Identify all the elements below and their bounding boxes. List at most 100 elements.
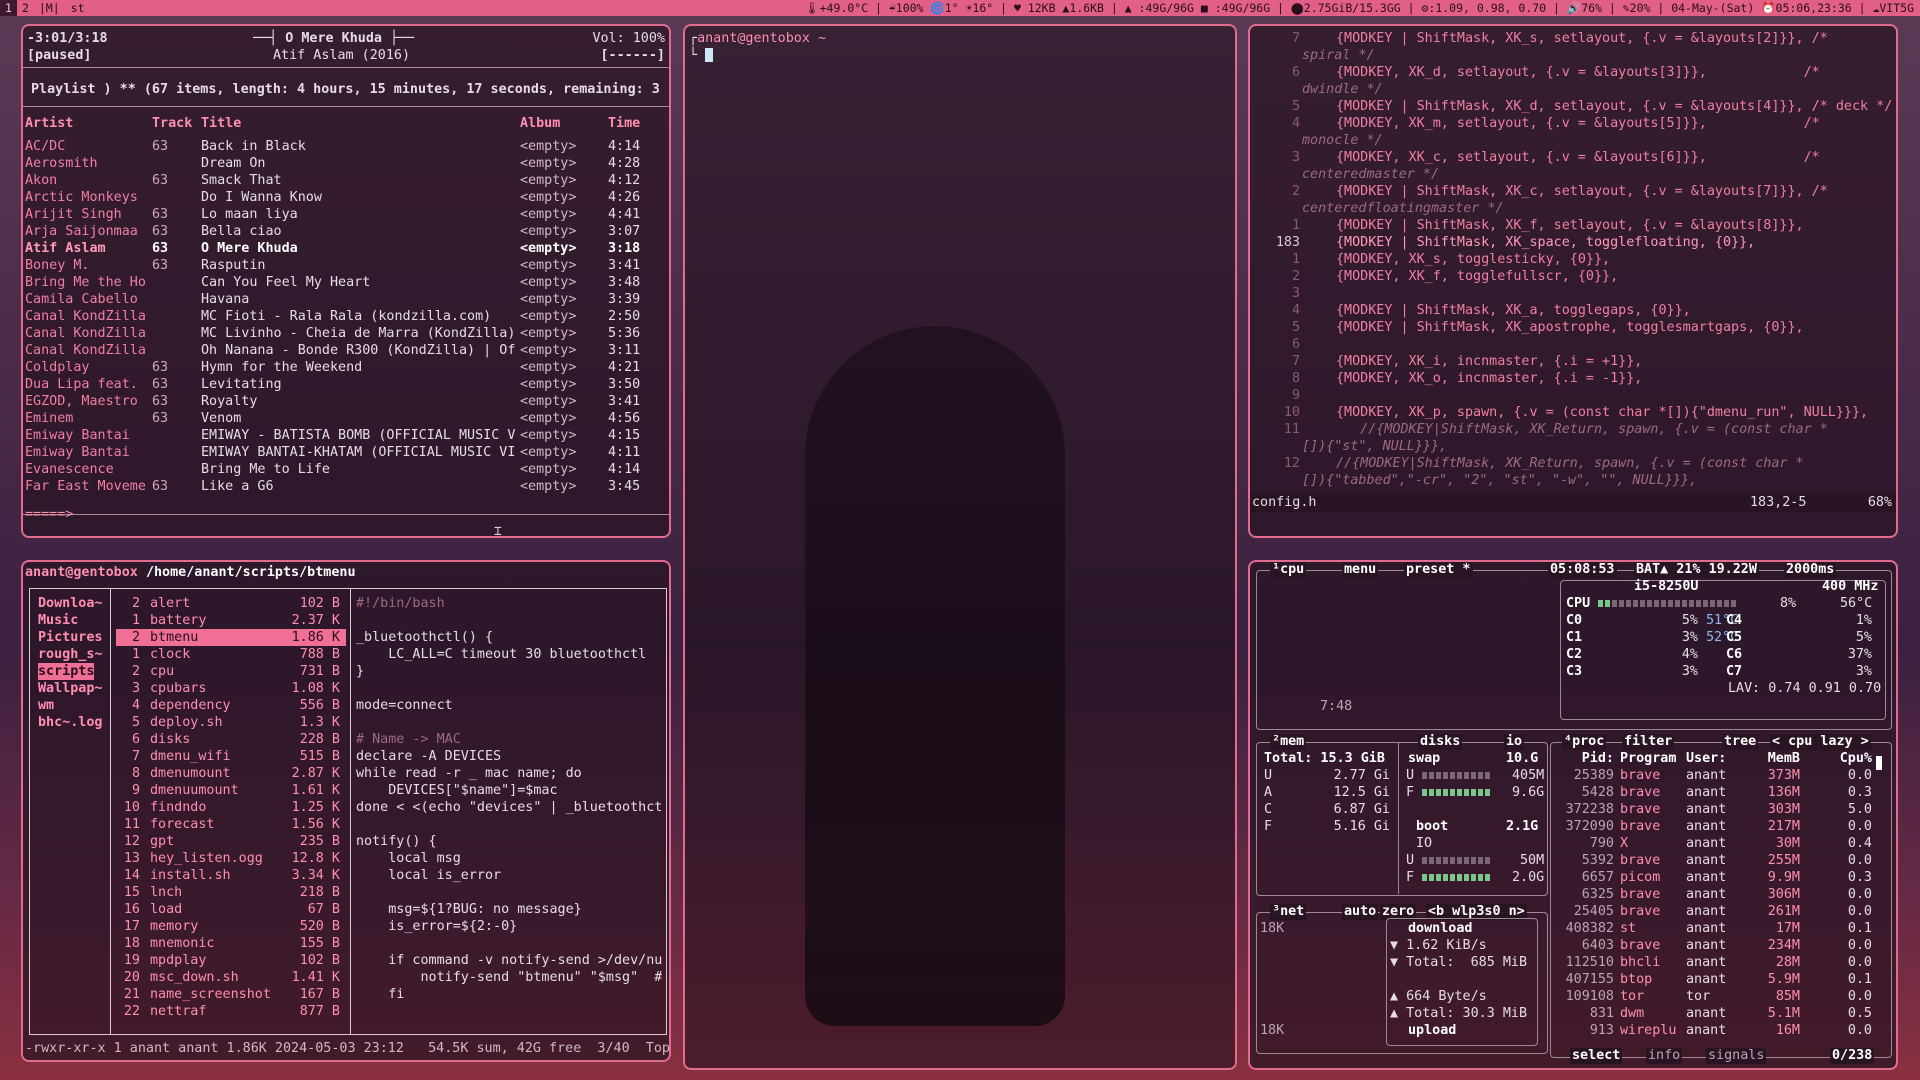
proc-col-user[interactable]: User: (1686, 750, 1726, 767)
file-row[interactable]: 9 dmenuumount 1.61 K (116, 782, 346, 799)
code-line[interactable]: {MODKEY, XK_f, togglefullscr, {0}}, (1336, 268, 1618, 285)
file-row[interactable]: 21 name_screenshot 167 B (116, 986, 346, 1003)
file-row[interactable]: 8 dmenumount 2.87 K (116, 765, 346, 782)
file-row[interactable]: 2 btmenu 1.86 K (116, 629, 346, 646)
proc-scrollbar[interactable] (1876, 756, 1882, 770)
cursor-block[interactable] (705, 48, 714, 62)
code-line[interactable]: {MODKEY | ShiftMask, XK_f, setlayout, {.… (1336, 217, 1804, 234)
process-row[interactable]: 112510 bhcli anant 28M 0.0 (1550, 954, 1890, 971)
file-row[interactable]: 4 dependency 556 B (116, 697, 346, 714)
playlist-row[interactable]: Arctic Monkeys Do I Wanna Know <empty> 4:26 (23, 189, 669, 206)
playlist-row[interactable]: Evanescence Bring Me to Life <empty> 4:14 (23, 461, 669, 478)
column-title[interactable]: Title (201, 115, 516, 132)
disks-title[interactable]: disks (1418, 734, 1463, 750)
proc-sort[interactable]: < cpu lazy > (1770, 734, 1871, 750)
file-row[interactable]: 22 nettraf 877 B (116, 1003, 346, 1020)
playlist-row[interactable]: Eminem 63 Venom <empty> 4:56 (23, 410, 669, 427)
playlist-row[interactable]: Dua Lipa feat. 63 Levitating <empty> 3:50 (23, 376, 669, 393)
terminal-window[interactable]: ┌anant@gentobox ~ └ (683, 24, 1237, 1070)
code-line[interactable]: {MODKEY, XK_i, incnmaster, {.i = +1}}, (1336, 353, 1642, 370)
file-row[interactable]: 1 battery 2.37 K (116, 612, 346, 629)
playlist-row[interactable]: Emiway Bantai EMIWAY BANTAI-KHATAM (OFFIC… (23, 444, 669, 461)
file-row[interactable]: 11 forecast 1.56 K (116, 816, 346, 833)
file-row[interactable]: 14 install.sh 3.34 K (116, 867, 346, 884)
directory-item[interactable]: Wallpap~ (38, 680, 103, 697)
directory-item[interactable]: Pictures (38, 629, 103, 646)
process-row[interactable]: 372238 brave anant 303M 5.0 (1550, 801, 1890, 818)
workspace-tag-2[interactable]: 2 (17, 0, 34, 16)
playlist-row[interactable]: Camila Cabello Havana <empty> 3:39 (23, 291, 669, 308)
playlist-row[interactable]: Atif Aslam 63 O Mere Khuda <empty> 3:18 (23, 240, 669, 257)
process-row[interactable]: 5428 brave anant 136M 0.3 (1550, 784, 1890, 801)
playlist-row[interactable]: Canal KondZilla MC Fioti - Rala Rala (kon… (23, 308, 669, 325)
file-row[interactable]: 5 deploy.sh 1.3 K (116, 714, 346, 731)
file-row[interactable]: 6 disks 228 B (116, 731, 346, 748)
volume-indicator[interactable]: Vol: 100% (592, 30, 665, 47)
file-row[interactable]: 1 clock 788 B (116, 646, 346, 663)
cpu-tab[interactable]: ¹cpu (1270, 562, 1307, 578)
file-row[interactable]: 3 cpubars 1.08 K (116, 680, 346, 697)
proc-title[interactable]: ⁴proc (1562, 734, 1607, 750)
playlist-row[interactable]: Far East Moveme 63 Like a G6 <empty> 3:45 (23, 478, 669, 495)
playlist-row[interactable]: Arja Saijonmaa 63 Bella ciao <empty> 3:07 (23, 223, 669, 240)
process-row[interactable]: 25405 brave anant 261M 0.0 (1550, 903, 1890, 920)
progress-track[interactable] (23, 514, 669, 515)
proc-filter[interactable]: filter (1622, 734, 1675, 750)
process-row[interactable]: 407155 btop anant 5.9M 0.1 (1550, 971, 1890, 988)
net-auto[interactable]: auto (1342, 904, 1379, 920)
process-row[interactable]: 790 Xanant 30M 0.4 (1550, 835, 1890, 852)
playlist-row[interactable]: EGZOD, Maestro 63 Royalty <empty> 3:41 (23, 393, 669, 410)
file-row[interactable]: 17 memory 520 B (116, 918, 346, 935)
playlist-row[interactable]: Canal KondZilla Oh Nanana - Bonde R300 (K… (23, 342, 669, 359)
process-row[interactable]: 6657 picom anant 9.9M 0.3 (1550, 869, 1890, 886)
file-row[interactable]: 2 cpu 731 B (116, 663, 346, 680)
music-player-window[interactable]: -3:01/3:18 [paused] ──┤ O Mere Khuda ├──… (21, 24, 671, 538)
code-line[interactable]: {MODKEY, XK_p, spawn, {.v = (const char … (1336, 404, 1868, 421)
code-line[interactable]: {MODKEY | ShiftMask, XK_s, setlayout, {.… (1336, 30, 1828, 47)
column-artist[interactable]: Artist (25, 115, 147, 132)
progress-bar[interactable]: =====> (25, 506, 73, 523)
file-row[interactable]: 20 msc_down.sh 1.41 K (116, 969, 346, 986)
workspace-tag-1[interactable]: 1 (0, 0, 17, 16)
mem-title[interactable]: ²mem (1270, 734, 1307, 750)
file-row[interactable]: 7 dmenu_wifi 515 B (116, 748, 346, 765)
directory-item[interactable]: bhc~.log (38, 714, 103, 731)
playlist-row[interactable]: Boney M. 63 Rasputin <empty> 3:41 (23, 257, 669, 274)
playlist-row[interactable]: Aerosmith Dream On <empty> 4:28 (23, 155, 669, 172)
directory-item[interactable]: wm (38, 697, 54, 714)
directory-item[interactable]: Music (38, 612, 78, 629)
column-track[interactable]: Track (152, 115, 192, 132)
process-row[interactable]: 6403 brave anant 234M 0.0 (1550, 937, 1890, 954)
code-line[interactable]: {MODKEY | ShiftMask, XK_d, setlayout, {.… (1336, 98, 1892, 115)
proc-col-mem[interactable]: MemB (1740, 750, 1800, 767)
proc-tree[interactable]: tree (1722, 734, 1759, 750)
file-row[interactable]: 13 hey_listen.ogg 12.8 K (116, 850, 346, 867)
process-row[interactable]: 372090 brave anant 217M 0.0 (1550, 818, 1890, 835)
directory-item[interactable]: rough_s~ (38, 646, 103, 663)
playlist-row[interactable]: AC/DC 63 Back in Black <empty> 4:14 (23, 138, 669, 155)
column-album[interactable]: Album (520, 115, 590, 132)
process-row[interactable]: 408382 st anant 17M 0.1 (1550, 920, 1890, 937)
column-time[interactable]: Time (608, 115, 663, 132)
code-line[interactable]: {MODKEY, XK_d, setlayout, {.v = &layouts… (1336, 64, 1820, 81)
proc-info[interactable]: info (1646, 1048, 1683, 1064)
process-row[interactable]: 5392 brave anant 255M 0.0 (1550, 852, 1890, 869)
btop-window[interactable]: ¹cpu menu preset * 05:08:53 BAT▲ 21% 19.… (1248, 560, 1898, 1070)
file-row[interactable]: 15 lnch 218 B (116, 884, 346, 901)
directory-item[interactable]: Downloa~ (38, 595, 103, 612)
playlist-row[interactable]: Bring Me the Ho Can You Feel My Heart <emp… (23, 274, 669, 291)
file-row[interactable]: 10 findndo 1.25 K (116, 799, 346, 816)
process-row[interactable]: 831 dwm anant 5.1M 0.5 (1550, 1005, 1890, 1022)
code-line[interactable]: {MODKEY | ShiftMask, XK_space, toggleflo… (1336, 234, 1755, 251)
net-title[interactable]: ³net (1270, 904, 1307, 920)
file-row[interactable]: 18 mnemonic 155 B (116, 935, 346, 952)
file-manager-window[interactable]: anant@gentobox /home/anant/scripts/btmen… (21, 560, 671, 1062)
code-line[interactable]: //{MODKEY|ShiftMask, XK_Return, spawn, {… (1336, 421, 1828, 438)
playlist-row[interactable]: Coldplay 63 Hymn for the Weekend <empty> 4:2… (23, 359, 669, 376)
code-line[interactable]: {MODKEY, XK_c, setlayout, {.v = &layouts… (1336, 149, 1820, 166)
process-row[interactable]: 6325 brave anant 306M 0.0 (1550, 886, 1890, 903)
proc-signals[interactable]: signals (1706, 1048, 1767, 1064)
io-title[interactable]: io (1504, 734, 1525, 750)
proc-col-program[interactable]: Program (1620, 750, 1676, 767)
code-line[interactable]: //{MODKEY|ShiftMask, XK_Return, spawn, {… (1336, 455, 1804, 472)
